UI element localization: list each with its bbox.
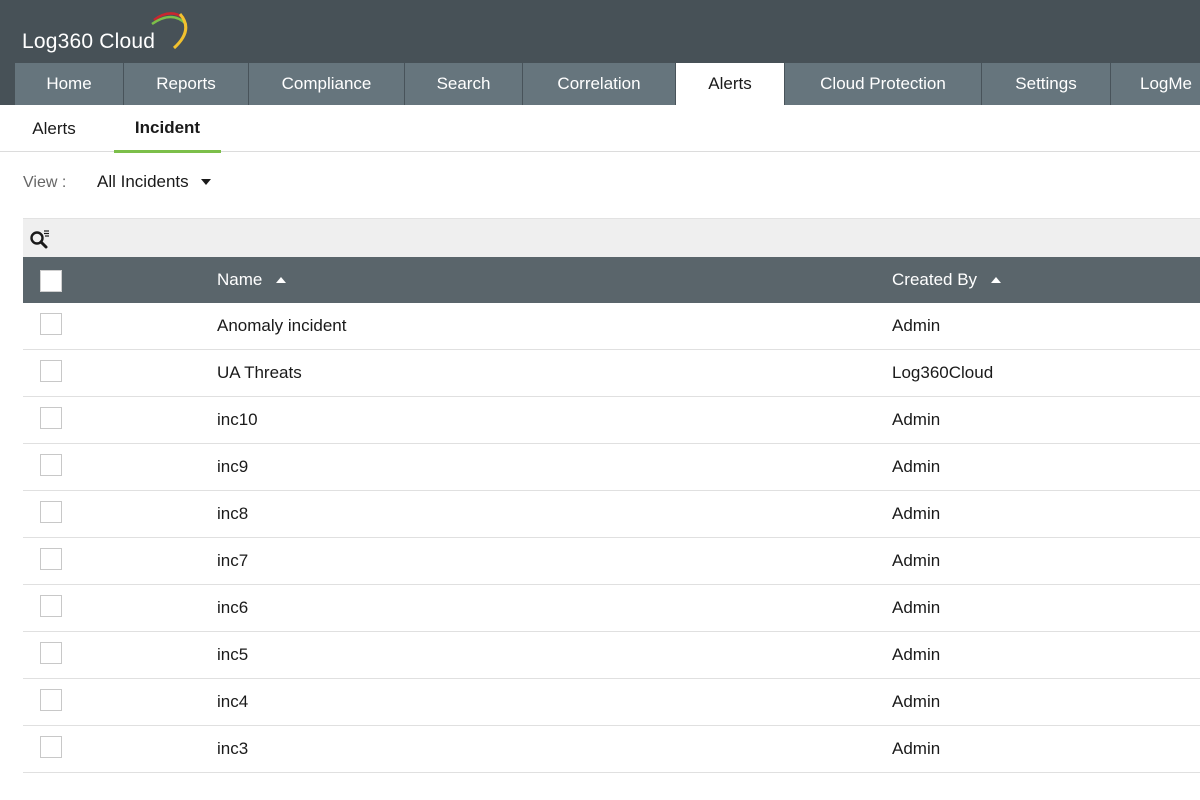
nav-tab-label: Correlation: [557, 74, 641, 93]
row-checkbox[interactable]: [40, 642, 62, 664]
sort-ascending-icon: [276, 277, 287, 283]
nav-tab-label: Reports: [156, 74, 216, 93]
logo-swoosh-icon: [151, 12, 188, 50]
table-row[interactable]: inc3 Admin: [23, 726, 1200, 773]
table-search-bar: [23, 218, 1200, 257]
view-dropdown[interactable]: All Incidents: [97, 172, 211, 192]
table-row[interactable]: inc6 Admin: [23, 585, 1200, 632]
incident-created-by: Admin: [892, 457, 941, 476]
nav-tab-label: LogMe: [1140, 74, 1192, 93]
view-selector-row: View : All Incidents: [23, 172, 211, 194]
table-row[interactable]: inc7 Admin: [23, 538, 1200, 585]
nav-tab-label: Settings: [1015, 74, 1077, 93]
incident-created-by: Admin: [892, 645, 941, 664]
row-checkbox[interactable]: [40, 595, 62, 617]
table-row[interactable]: inc5 Admin: [23, 632, 1200, 679]
nav-tab-cloud-protection[interactable]: Cloud Protection: [785, 63, 982, 105]
table-row[interactable]: inc9 Admin: [23, 444, 1200, 491]
search-filter-icon[interactable]: [29, 229, 51, 251]
logo-text: Log360 Cloud: [22, 30, 156, 53]
column-header-name[interactable]: Name: [217, 257, 287, 303]
incident-created-by: Admin: [892, 551, 941, 570]
incident-name[interactable]: inc7: [217, 538, 248, 584]
column-header-created-by[interactable]: Created By: [892, 257, 1002, 303]
app-header: Log360 Cloud Home Reports Compliance Sea…: [0, 0, 1200, 105]
incident-name[interactable]: inc4: [217, 679, 248, 725]
select-all-checkbox[interactable]: [40, 270, 62, 292]
table-row[interactable]: inc8 Admin: [23, 491, 1200, 538]
incident-created-by: Admin: [892, 739, 941, 758]
incident-created-by: Admin: [892, 410, 941, 429]
sub-tabs: Alerts Incident: [0, 105, 1200, 153]
incident-created-by: Admin: [892, 598, 941, 617]
incident-name[interactable]: inc8: [217, 491, 248, 537]
incident-name[interactable]: inc5: [217, 632, 248, 678]
nav-tab-label: Home: [46, 74, 92, 93]
table-row[interactable]: inc10 Admin: [23, 397, 1200, 444]
nav-tab-alerts[interactable]: Alerts: [676, 63, 785, 105]
nav-tab-label: Search: [436, 74, 491, 93]
subtab-label: Incident: [134, 117, 201, 137]
row-checkbox[interactable]: [40, 501, 62, 523]
subtab-label: Alerts: [32, 118, 76, 138]
nav-tab-label: Alerts: [708, 74, 752, 93]
nav-tab-logme[interactable]: LogMe: [1111, 63, 1200, 105]
row-checkbox[interactable]: [40, 736, 62, 758]
incident-table-body: Anomaly incident Admin UA Threats Log360…: [23, 303, 1200, 773]
table-row[interactable]: Anomaly incident Admin: [23, 303, 1200, 350]
subtab-alerts[interactable]: Alerts: [14, 105, 94, 152]
incident-name[interactable]: inc10: [217, 397, 258, 443]
nav-tab-compliance[interactable]: Compliance: [249, 63, 405, 105]
table-row[interactable]: UA Threats Log360Cloud: [23, 350, 1200, 397]
incident-name[interactable]: Anomaly incident: [217, 303, 346, 349]
incident-created-by: Admin: [892, 316, 941, 335]
table-row[interactable]: inc4 Admin: [23, 679, 1200, 726]
incident-name[interactable]: UA Threats: [217, 350, 302, 396]
view-dropdown-value: All Incidents: [97, 172, 189, 191]
nav-tab-correlation[interactable]: Correlation: [523, 63, 676, 105]
incident-created-by: Admin: [892, 504, 941, 523]
view-label: View :: [23, 174, 67, 191]
incident-created-by: Admin: [892, 692, 941, 711]
nav-tab-settings[interactable]: Settings: [982, 63, 1111, 105]
app-logo[interactable]: Log360 Cloud: [22, 8, 202, 58]
incident-name[interactable]: inc9: [217, 444, 248, 490]
nav-tab-search[interactable]: Search: [405, 63, 523, 105]
column-header-label: Name: [217, 270, 263, 289]
row-checkbox[interactable]: [40, 407, 62, 429]
sort-ascending-icon: [991, 277, 1002, 283]
row-checkbox[interactable]: [40, 689, 62, 711]
table-header: Name Created By: [23, 257, 1200, 303]
incident-created-by: Log360Cloud: [892, 363, 994, 382]
row-checkbox[interactable]: [40, 454, 62, 476]
nav-tab-home[interactable]: Home: [15, 63, 124, 105]
nav-tab-label: Compliance: [281, 74, 372, 93]
row-checkbox[interactable]: [40, 548, 62, 570]
main-nav: Home Reports Compliance Search Correlati…: [15, 63, 1200, 105]
incident-name[interactable]: inc3: [217, 726, 248, 772]
chevron-down-icon: [200, 179, 211, 185]
incident-name[interactable]: inc6: [217, 585, 248, 631]
row-checkbox[interactable]: [40, 360, 62, 382]
column-header-label: Created By: [892, 270, 978, 289]
subtab-incident[interactable]: Incident: [114, 105, 221, 153]
row-checkbox[interactable]: [40, 313, 62, 335]
nav-tab-reports[interactable]: Reports: [124, 63, 249, 105]
nav-tab-label: Cloud Protection: [820, 74, 946, 93]
